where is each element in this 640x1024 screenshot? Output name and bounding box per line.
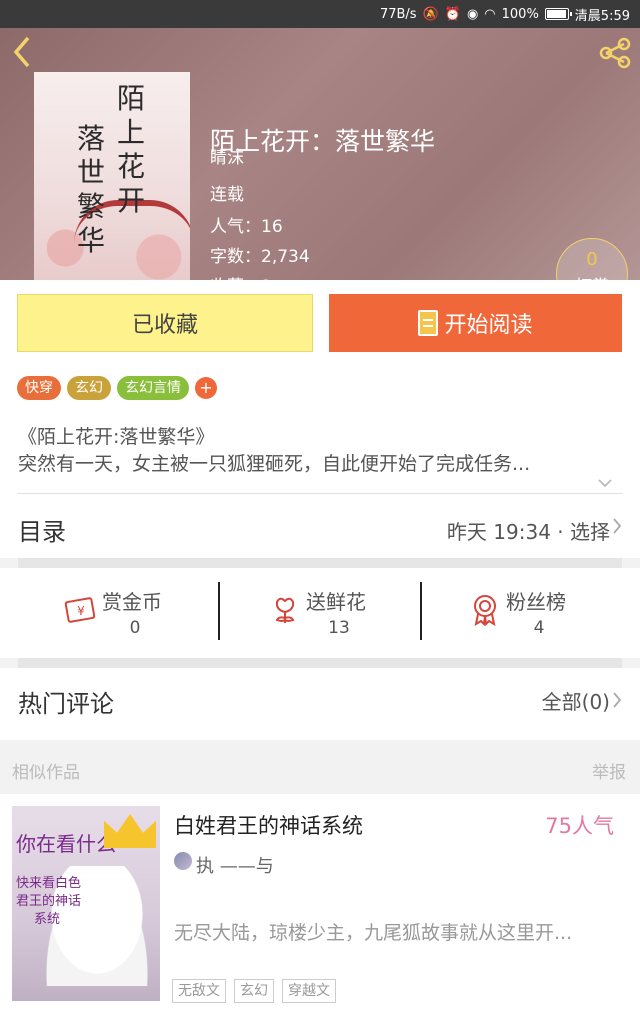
stat-value: 0	[129, 618, 141, 638]
similar-tag[interactable]: 无敌文	[172, 979, 226, 1003]
battery-percent: 100%	[501, 6, 539, 22]
collected-button[interactable]: 已收藏	[17, 294, 313, 352]
description-text[interactable]: 突然有一天，女主被一只狐狸砸死，自此便开始了完成任务...	[18, 449, 618, 476]
comments-chevron-icon[interactable]	[612, 690, 622, 714]
hot-comments-section[interactable]: 热门评论 全部(0)	[0, 668, 640, 740]
section-gap	[18, 658, 622, 668]
clock: 清晨5:59	[574, 8, 630, 24]
similar-works-header: 相似作品 举报	[0, 740, 640, 794]
similar-book-tags: 无敌文 玄幻 穿越文	[172, 979, 336, 1003]
similar-book-description: 无尽大陆，琼楼少主，九尾狐故事就从这里开...	[174, 922, 573, 944]
tip-label: 打赏	[557, 272, 627, 280]
stat-value: 4	[533, 618, 545, 638]
book-collect-count: 收藏：2	[210, 272, 272, 280]
battery-icon	[544, 8, 572, 20]
stat-separator	[420, 582, 422, 640]
tag-xuanhuan-yanqing[interactable]: 玄幻言情	[117, 376, 189, 400]
book-author[interactable]: 睛沫	[210, 143, 244, 168]
author-avatar	[174, 852, 192, 870]
stat-value: 13	[328, 618, 350, 638]
section-gap	[18, 558, 622, 568]
book-icon	[418, 310, 439, 336]
book-status: 连载	[210, 185, 244, 205]
cover-line: 系统	[34, 912, 61, 927]
stat-send-flowers[interactable]: 送鲜花 13	[268, 568, 468, 658]
similar-book-card[interactable]: 你在看什么 快来看白色 君王的神话 系统 白姓君王的神话系统 75人气 执 ——…	[0, 794, 640, 1024]
status-bar: 77B/s 🔕 ⏰ ◉ ◠ 100% 清晨5:59	[0, 0, 640, 28]
stat-fan-ranking[interactable]: 粉丝榜 4	[468, 568, 640, 658]
similar-works-label: 相似作品	[12, 763, 80, 783]
book-cover[interactable]: 陌上花开 落世繁华	[34, 72, 190, 280]
stat-label: 粉丝榜	[506, 590, 566, 614]
medal-icon	[468, 592, 502, 627]
book-popularity: 人气：16	[210, 217, 283, 237]
alarm-icon: ⏰	[444, 6, 461, 22]
add-tag-button[interactable]: +	[195, 377, 217, 399]
cover-title-col-1: 陌上花开	[116, 82, 145, 217]
eye-icon: ◉	[466, 6, 479, 22]
similar-book-author: 执 ——与	[196, 856, 274, 877]
stat-label: 赏金币	[102, 590, 162, 614]
toc-label[interactable]: 目录	[18, 512, 66, 547]
flower-icon	[268, 592, 302, 626]
coin-icon: ¥	[64, 592, 98, 626]
similar-book-cover[interactable]: 你在看什么 快来看白色 君王的神话 系统	[12, 806, 160, 1001]
description-title: 《陌上花开:落世繁华》	[18, 426, 215, 448]
cover-line: 君王的神话	[16, 894, 82, 909]
similar-tag[interactable]: 玄幻	[234, 979, 274, 1003]
stat-separator	[218, 582, 220, 640]
crown-icon	[104, 814, 156, 848]
share-icon[interactable]	[598, 36, 632, 70]
cover-line: 快来看白色	[16, 876, 82, 891]
stat-label: 送鲜花	[306, 590, 366, 614]
hot-comments-title: 热门评论	[18, 690, 114, 718]
collected-label: 已收藏	[131, 313, 198, 338]
toc-latest-update[interactable]: 昨天 19:34 · 选择	[447, 516, 610, 545]
report-link[interactable]: 举报	[592, 758, 626, 783]
book-word-count: 字数：2,734	[210, 247, 310, 267]
network-speed: 77B/s	[379, 6, 417, 22]
book-header: 陌上花开 落世繁华 陌上花开：落世繁华 睛沫 连载 人气：16 字数：2,734…	[0, 28, 640, 280]
tag-xuanhuan[interactable]: 玄幻	[67, 376, 111, 400]
cover-caption: 你在看什么	[16, 832, 116, 856]
stats-row: ¥ 赏金币 0 送鲜花 13 粉丝榜 4	[0, 568, 640, 658]
back-arrow-icon[interactable]	[8, 34, 40, 70]
similar-book-popularity: 75人气	[545, 814, 614, 838]
tip-button[interactable]: 0 打赏	[556, 238, 628, 280]
start-reading-label: 开始阅读	[444, 313, 533, 338]
similar-tag[interactable]: 穿越文	[282, 979, 336, 1003]
similar-book-title[interactable]: 白姓君王的神话系统	[174, 810, 363, 840]
expand-chevron-icon[interactable]	[598, 476, 612, 492]
mute-icon: 🔕	[422, 6, 439, 22]
divider	[17, 493, 623, 494]
all-comments-link[interactable]: 全部(0)	[542, 686, 610, 715]
tag-list: 快穿 玄幻 玄幻言情 +	[17, 376, 217, 400]
tag-kuaichuan[interactable]: 快穿	[17, 376, 61, 400]
book-detail-panel: 已收藏 开始阅读 快穿 玄幻 玄幻言情 + 《陌上花开:落世繁华》 突然有一天，…	[0, 280, 640, 558]
stat-reward-coins[interactable]: ¥ 赏金币 0	[64, 568, 264, 658]
svg-text:¥: ¥	[77, 604, 85, 618]
tip-count: 0	[586, 249, 598, 270]
toc-chevron-icon[interactable]	[612, 516, 622, 540]
start-reading-button[interactable]: 开始阅读	[329, 294, 622, 352]
cover-title-col-2: 落世繁华	[76, 122, 105, 257]
wifi-icon: ◠	[484, 6, 496, 22]
